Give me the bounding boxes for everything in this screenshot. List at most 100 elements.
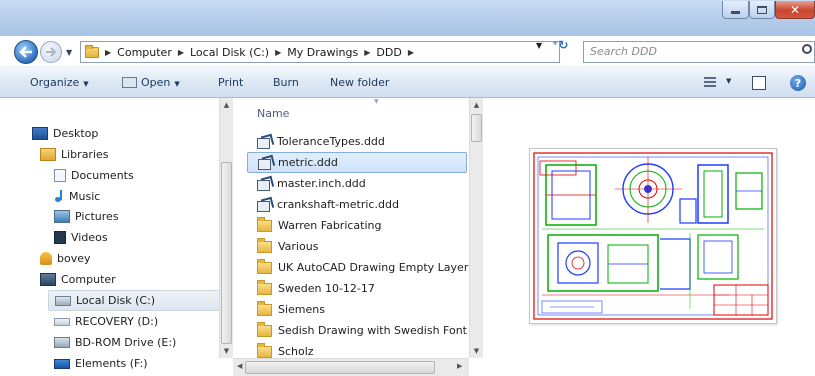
nav-item-music[interactable]: Music: [54, 186, 100, 207]
preview-pane: [529, 148, 777, 324]
folder-icon: [257, 237, 272, 253]
chevron-right-icon[interactable]: ▶: [178, 48, 184, 57]
folder-row[interactable]: Siemens: [247, 299, 467, 320]
folder-row[interactable]: Warren Fabricating: [247, 215, 467, 236]
file-list-scroll-thumb[interactable]: [471, 114, 482, 142]
nav-item-label: Elements (F:): [75, 357, 148, 370]
minimize-icon: [731, 11, 740, 14]
scroll-right-arrow-icon[interactable]: ▶: [457, 362, 462, 370]
chevron-right-icon[interactable]: ▶: [408, 48, 414, 57]
nav-item-label: Libraries: [61, 148, 109, 161]
folder-row[interactable]: Sweden 10-12-17: [247, 278, 467, 299]
file-row[interactable]: ToleranceTypes.ddd: [247, 131, 467, 152]
back-button[interactable]: [14, 40, 38, 64]
print-button[interactable]: Print: [218, 76, 243, 89]
ddd-file-icon: [257, 135, 272, 149]
nav-item-computer[interactable]: Computer: [40, 269, 116, 290]
open-button[interactable]: Open ▼: [122, 76, 180, 89]
folder-row[interactable]: Various: [247, 236, 467, 257]
nav-item-recovery[interactable]: RECOVERY (D:): [54, 311, 158, 332]
file-row[interactable]: crankshaft-metric.ddd: [247, 194, 467, 215]
scroll-down-arrow-icon[interactable]: ▼: [220, 344, 233, 358]
address-history-dropdown[interactable]: ▼: [536, 41, 542, 50]
computer-icon: [40, 273, 56, 286]
nav-item-bovey[interactable]: bovey: [40, 248, 91, 269]
folder-icon: [257, 321, 272, 337]
caret-down-icon: ▼: [83, 80, 89, 88]
nav-item-label: BD-ROM Drive (E:): [75, 336, 177, 349]
nav-pane-scroll-thumb[interactable]: [221, 162, 232, 344]
minimize-button[interactable]: [722, 1, 749, 19]
sort-arrow-icon: ▼: [374, 98, 379, 105]
nav-item-label: Documents: [71, 169, 134, 182]
folder-row[interactable]: UK AutoCAD Drawing Empty Layers: [247, 257, 469, 278]
file-name: master.inch.ddd: [277, 177, 366, 190]
videos-icon: [54, 231, 66, 244]
nav-item-documents[interactable]: Documents: [54, 165, 134, 186]
forward-arrow-icon: [46, 47, 57, 57]
column-header-name[interactable]: Name: [247, 98, 469, 124]
maximize-icon: [757, 5, 767, 14]
chevron-right-icon[interactable]: ▶: [364, 48, 370, 57]
command-bar: Organize ▼ Open ▼ Print Burn New folder ▼ …: [0, 66, 815, 98]
breadcrumb-computer[interactable]: Computer: [117, 46, 172, 59]
file-row-selected[interactable]: metric.ddd: [247, 152, 467, 173]
file-list-scrollbar[interactable]: ▲ ▼: [469, 98, 483, 358]
nav-item-pictures[interactable]: Pictures: [54, 206, 119, 227]
nav-item-elements[interactable]: Elements (F:): [54, 353, 148, 374]
nav-item-bd-rom[interactable]: BD-ROM Drive (E:): [54, 332, 176, 353]
breadcrumb-ddd[interactable]: DDD: [376, 46, 401, 59]
nav-item-libraries[interactable]: Libraries: [40, 144, 109, 165]
file-name: crankshaft-metric.ddd: [277, 198, 399, 211]
nav-item-local-disk[interactable]: Local Disk (C:): [48, 290, 232, 311]
close-button[interactable]: ✕: [775, 1, 815, 19]
folder-name: Warren Fabricating: [278, 219, 382, 232]
file-row[interactable]: master.inch.ddd: [247, 173, 467, 194]
search-input[interactable]: Search DDD: [583, 41, 815, 63]
nav-item-label: bovey: [57, 252, 91, 265]
preview-pane-icon[interactable]: [752, 76, 766, 90]
maximize-button[interactable]: [749, 1, 775, 19]
folder-icon: [257, 216, 272, 232]
new-folder-button[interactable]: New folder: [330, 76, 389, 89]
nav-item-videos[interactable]: Videos: [54, 227, 108, 248]
change-view-icon[interactable]: [704, 77, 716, 87]
folder-icon: [257, 258, 272, 274]
scroll-up-arrow-icon[interactable]: ▲: [220, 98, 233, 112]
forward-button[interactable]: [40, 41, 62, 63]
chevron-right-icon[interactable]: ▶: [105, 48, 111, 57]
search-icon[interactable]: [802, 44, 812, 54]
ddd-file-icon: [257, 177, 272, 191]
refresh-icon[interactable]: ⁺↻: [552, 38, 568, 52]
file-list: Name ▼ ToleranceTypes.ddd metric.ddd mas…: [247, 98, 469, 376]
folder-row[interactable]: Sedish Drawing with Swedish Font: [247, 320, 467, 341]
address-bar[interactable]: ▶ Computer ▶ Local Disk (C:) ▶ My Drawin…: [80, 41, 560, 63]
breadcrumb-local-disk[interactable]: Local Disk (C:): [190, 46, 269, 59]
ddd-file-icon: [257, 198, 272, 212]
horizontal-scrollbar[interactable]: ◀ ▶: [233, 358, 469, 376]
organize-button[interactable]: Organize ▼: [30, 76, 89, 89]
open-label: Open: [141, 76, 171, 89]
scroll-up-arrow-icon[interactable]: ▲: [470, 98, 483, 112]
nav-item-label: Pictures: [75, 210, 119, 223]
nav-pane-scrollbar[interactable]: ▲ ▼: [219, 98, 233, 358]
nav-item-desktop[interactable]: Desktop: [32, 123, 98, 144]
file-name: metric.ddd: [278, 156, 338, 169]
music-icon: [54, 190, 64, 203]
burn-button[interactable]: Burn: [273, 76, 299, 89]
folder-name: Siemens: [278, 303, 325, 316]
chevron-right-icon[interactable]: ▶: [275, 48, 281, 57]
help-icon[interactable]: ?: [790, 75, 806, 91]
view-options-dropdown[interactable]: ▼: [726, 77, 731, 85]
nav-item-label: Local Disk (C:): [76, 294, 156, 307]
breadcrumb-my-drawings[interactable]: My Drawings: [287, 46, 358, 59]
horizontal-scroll-thumb[interactable]: [245, 361, 435, 374]
close-icon: ✕: [789, 2, 801, 17]
recent-pages-icon[interactable]: ▼: [66, 48, 72, 57]
user-folder-icon: [40, 252, 52, 265]
scroll-left-arrow-icon[interactable]: ◀: [237, 362, 242, 370]
search-placeholder: Search DDD: [590, 45, 657, 58]
ddd-file-icon: [258, 156, 273, 170]
scroll-down-arrow-icon[interactable]: ▼: [470, 344, 483, 358]
file-name: ToleranceTypes.ddd: [277, 135, 385, 148]
